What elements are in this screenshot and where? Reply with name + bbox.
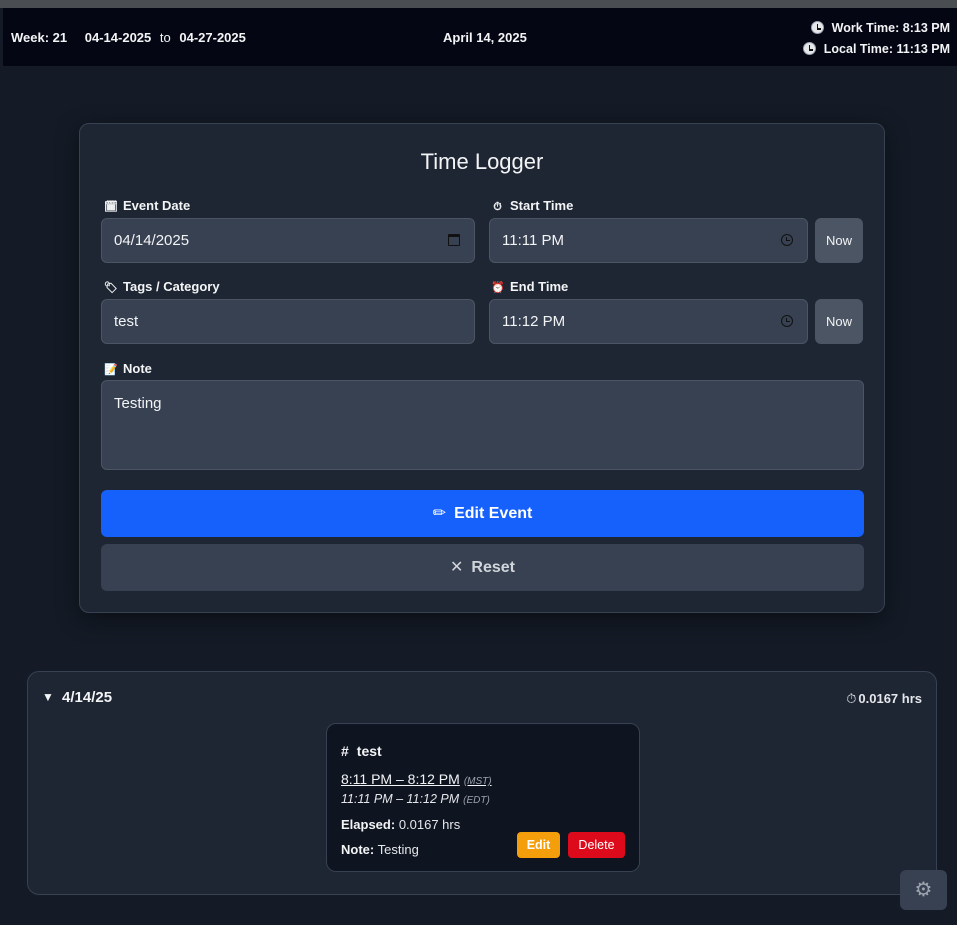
entry-edt-text: 11:11 PM – 11:12 PM [341,792,460,806]
current-date: April 14, 2025 [443,30,527,45]
note-label-text: Note [123,361,152,376]
week-range-start: 04-14-2025 [84,30,152,45]
end-now-button[interactable]: Now [815,299,863,344]
edit-event-button[interactable]: ✏ Edit Event [101,490,864,537]
entry-mst-range: 8:11 PM – 8:12 PM (MST) [341,771,492,787]
local-time: Local Time: 11:13 PM [823,42,950,56]
tag-icon: 🏷 [104,282,118,294]
entry-note-label: Note: [341,842,375,857]
stopwatch-icon: ⏱ [493,201,502,213]
gear-icon: ⚙ [914,879,933,901]
entry-mst-text: 8:11 PM – 8:12 PM [341,771,460,787]
week-label: Week: 21 [11,30,68,45]
memo-icon: 📝 [104,364,118,376]
clock-icon [802,42,816,55]
day-group: ▼ 4/14/25 ⏱ 0.0167 hrs # test 8:11 PM – 8:… [27,671,937,895]
end-time-label: ⏰ End Time [491,279,568,294]
day-label[interactable]: 4/14/25 [62,689,112,706]
end-time-input[interactable]: 11:12 PM [489,299,808,344]
entry-elapsed: Elapsed: 0.0167 hrs [341,817,460,832]
window-top-border [0,0,957,8]
entry-note-value: Testing [377,842,419,857]
tags-label-text: Tags / Category [123,279,220,294]
entry-edit-button[interactable]: Edit [517,832,560,858]
time-logger-card: Time Logger 🗓 Event Date 04/14/2025 ⏱ Star… [79,123,885,613]
entry-tag: # test [341,743,382,759]
start-now-button[interactable]: Now [815,218,863,263]
entry-edt-range: 11:11 PM – 11:12 PM (EDT) [341,792,490,806]
settings-button[interactable]: ⚙ [900,870,947,910]
entry-tag-text: test [356,743,382,759]
reset-label: Reset [471,559,515,576]
week-range-end: 04-27-2025 [179,30,246,45]
time-picker-icon[interactable] [781,234,793,246]
calendar-icon: 🗓 [104,201,118,213]
event-date-label: 🗓 Event Date [104,198,190,213]
note-textarea[interactable]: Testing [101,380,864,470]
local-time-row: Local Time: 11:13 PM [802,39,950,60]
close-icon: ✕ [450,559,464,576]
note-label: 📝 Note [104,361,152,376]
event-date-input[interactable]: 04/14/2025 [101,218,475,263]
clock-panel: Work Time: 8:13 PM Local Time: 11:13 PM [802,18,950,60]
end-time-value: 11:12 PM [502,313,566,330]
elapsed-value: 0.0167 hrs [398,817,461,832]
edt-tz: (EDT) [463,795,490,806]
stopwatch-icon: ⏱ [846,691,857,706]
start-time-label: ⏱ Start Time [491,198,573,214]
edit-event-label: Edit Event [454,505,533,522]
pencil-icon: ✏ [432,505,447,522]
entry-delete-button[interactable]: Delete [568,832,625,858]
end-time-label-text: End Time [510,279,569,294]
reset-button[interactable]: ✕ Reset [101,544,864,591]
alarm-icon: ⏰ [491,282,505,294]
entry-note: Note: Testing [341,842,419,857]
day-total: ⏱ 0.0167 hrs [846,691,922,707]
tags-label: 🏷 Tags / Category [104,279,220,294]
time-picker-icon[interactable] [781,315,793,327]
work-time: Work Time: 8:13 PM [831,21,950,35]
note-value: Testing [114,395,162,412]
event-date-label-text: Event Date [123,198,191,213]
week-info: Week: 21 04-14-2025 to 04-27-2025 [11,30,246,45]
hash-icon: # [341,743,349,759]
top-header: Week: 21 04-14-2025 to 04-27-2025 April … [3,8,957,66]
event-entry-card: # test 8:11 PM – 8:12 PM (MST) 11:11 PM – … [326,723,640,872]
week-range-to: to [159,30,171,45]
start-time-value: 11:11 PM [502,232,564,249]
work-time-row: Work Time: 8:13 PM [803,18,950,39]
tags-input[interactable]: test [101,299,475,344]
tags-value: test [114,313,139,330]
collapse-toggle-icon[interactable]: ▼ [42,690,54,704]
event-date-value: 04/14/2025 [114,232,190,249]
elapsed-label: Elapsed: [341,817,396,832]
date-picker-icon[interactable] [448,234,460,246]
start-time-label-text: Start Time [510,198,574,213]
start-time-input[interactable]: 11:11 PM [489,218,808,263]
card-title: Time Logger [420,149,544,174]
mst-tz: (MST) [463,776,492,787]
clock-icon [810,21,824,34]
day-total-value: 0.0167 hrs [858,691,922,706]
